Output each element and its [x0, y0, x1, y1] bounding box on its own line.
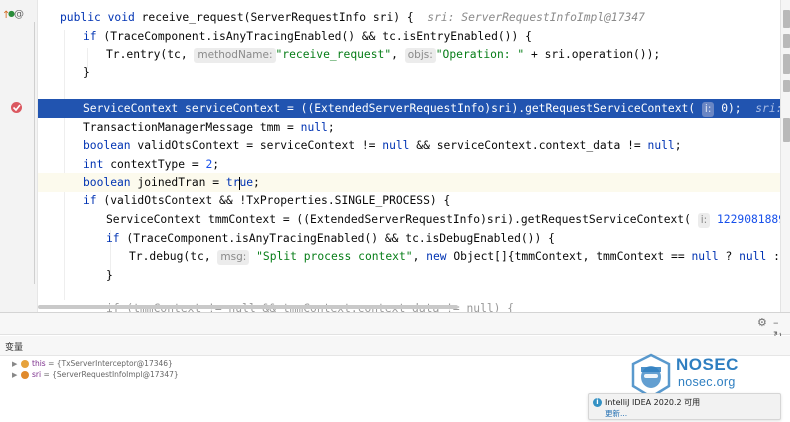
code-text: (TraceComponent.isAnyTracingEnabled() &&…	[119, 232, 555, 245]
tool-window-tab[interactable]	[783, 54, 790, 74]
code-string: "receive_request"	[275, 48, 392, 61]
code-line-13[interactable]: if (TraceComponent.isAnyTracingEnabled()…	[38, 229, 780, 248]
code-keyword: null	[300, 121, 328, 134]
variable-value: = {ServerRequestInfoImpl@17347}	[41, 370, 179, 379]
code-line-current[interactable]: boolean joinedTran = true;	[38, 173, 780, 192]
tool-window-tab[interactable]	[783, 34, 790, 48]
code-keyword: boolean	[83, 176, 131, 189]
code-line-breakpoint[interactable]: ServiceContext serviceContext = ((Extend…	[38, 99, 790, 118]
code-line-1[interactable]: public void receive_request(ServerReques…	[38, 8, 780, 27]
code-text: ServiceContext serviceContext = ((Extend…	[83, 102, 702, 115]
code-keyword: null	[739, 250, 767, 263]
variables-title: 变量	[5, 343, 24, 353]
code-text: ;	[327, 121, 335, 134]
code-text: }	[106, 269, 113, 282]
code-text: contextType =	[103, 158, 206, 171]
horizontal-scrollbar[interactable]	[38, 305, 458, 309]
code-text: Tr.debug(tc,	[129, 250, 218, 263]
editor-gutter[interactable]	[0, 0, 38, 312]
code-line-3[interactable]: Tr.entry(tc, methodName: "receive_request…	[38, 45, 780, 64]
code-line-14[interactable]: Tr.debug(tc, msg: "Split process context…	[38, 247, 790, 266]
code-editor[interactable]: ↑ ● @ public void receive_request(Server…	[0, 0, 790, 312]
watermark-domain: nosec.org	[678, 375, 736, 389]
param-hint: msg:	[217, 250, 250, 265]
variable-name: sri	[32, 370, 42, 379]
code-text: && serviceContext.context_data !=	[409, 139, 648, 152]
update-notification[interactable]: i IntelliJ IDEA 2020.2 可用 更新...	[588, 393, 781, 420]
code-line-7[interactable]: TransactionManagerMessage tmm = null;	[38, 118, 780, 137]
code-string: "Operation: "	[435, 48, 525, 61]
expand-arrow-icon[interactable]: ▶	[12, 369, 17, 381]
parameter-icon	[21, 371, 29, 379]
code-text: ,	[391, 48, 405, 61]
code-line-4[interactable]: }	[38, 63, 780, 82]
code-keyword: public void	[60, 11, 142, 24]
code-text: ;	[253, 176, 260, 189]
code-line-15[interactable]: }	[38, 266, 780, 285]
code-keyword: boolean	[83, 139, 131, 152]
variable-name: this	[32, 359, 46, 368]
code-line-8[interactable]: boolean validOtsContext = serviceContext…	[38, 136, 780, 155]
code-keyword: new	[426, 250, 447, 263]
tool-window-tab[interactable]	[783, 10, 790, 28]
tool-window-tab[interactable]	[783, 80, 790, 92]
code-keyword: if	[83, 194, 97, 207]
variable-value: = {TxServerInterceptor@17346}	[45, 359, 173, 368]
code-text: joinedTran =	[130, 176, 226, 189]
code-text: ?	[718, 250, 740, 263]
code-text: (validOtsContext && !TxProperties.SINGLE…	[96, 194, 451, 207]
code-text: 0);	[714, 102, 742, 115]
code-text: + sri.operation());	[524, 48, 661, 61]
code-keyword: null	[382, 139, 410, 152]
param-hint: methodName:	[194, 48, 276, 63]
code-text: Tr.entry(tc,	[106, 48, 195, 61]
code-keyword: int	[83, 158, 104, 171]
code-keyword: if	[83, 30, 97, 43]
param-hint: objs:	[404, 48, 436, 63]
update-link[interactable]: 更新...	[605, 408, 627, 419]
right-tool-strip[interactable]	[780, 0, 790, 312]
code-keyword: if	[106, 232, 120, 245]
info-icon: i	[593, 398, 602, 407]
code-text: ServiceContext tmmContext = ((ExtendedSe…	[106, 213, 698, 226]
param-hint: i:	[701, 102, 715, 117]
inline-debug-value: sri: ServerRequestInfoImpl@17347	[427, 11, 645, 24]
code-text: ,	[412, 250, 427, 263]
param-hint: i:	[697, 213, 711, 228]
fold-guide	[34, 22, 35, 284]
minimize-icon[interactable]: –	[773, 316, 779, 329]
code-text: receive_request(ServerRequestInfo sri) {	[141, 11, 414, 24]
code-string: "Split process context"	[249, 250, 413, 263]
code-keyword: ue	[239, 176, 254, 189]
code-text: TransactionManagerMessage tmm =	[83, 121, 301, 134]
watermark-name: NOSEC	[676, 355, 739, 374]
breakpoint-icon[interactable]	[10, 101, 23, 117]
code-text: Object[]{tmmContext, tmmContext ==	[446, 250, 692, 263]
code-line-2[interactable]: if (TraceComponent.isAnyTracingEnabled()…	[38, 27, 780, 46]
notification-title: IntelliJ IDEA 2020.2 可用	[605, 398, 701, 407]
code-line-11[interactable]: if (validOtsContext && !TxProperties.SIN…	[38, 191, 780, 210]
code-number: 1229081889	[710, 213, 786, 226]
gear-icon[interactable]: ⚙	[757, 316, 767, 329]
annotation-at-icon[interactable]: @	[14, 9, 24, 20]
object-icon	[21, 360, 29, 368]
code-line-12[interactable]: ServiceContext tmmContext = ((ExtendedSe…	[38, 210, 790, 229]
code-text: }	[83, 66, 90, 79]
tool-window-tab[interactable]	[783, 118, 790, 142]
code-keyword: tr	[225, 176, 240, 189]
code-text: (TraceComponent.isAnyTracingEnabled() &&…	[96, 30, 532, 43]
code-line-9[interactable]: int contextType = 2;	[38, 155, 780, 174]
code-keyword: null	[647, 139, 675, 152]
debug-panel-toolbar: ⚙ – ↻	[0, 313, 790, 342]
code-text: ;	[674, 139, 682, 152]
code-keyword: null	[691, 250, 719, 263]
code-text: validOtsContext = serviceContext !=	[130, 139, 383, 152]
code-text: ;	[212, 158, 220, 171]
